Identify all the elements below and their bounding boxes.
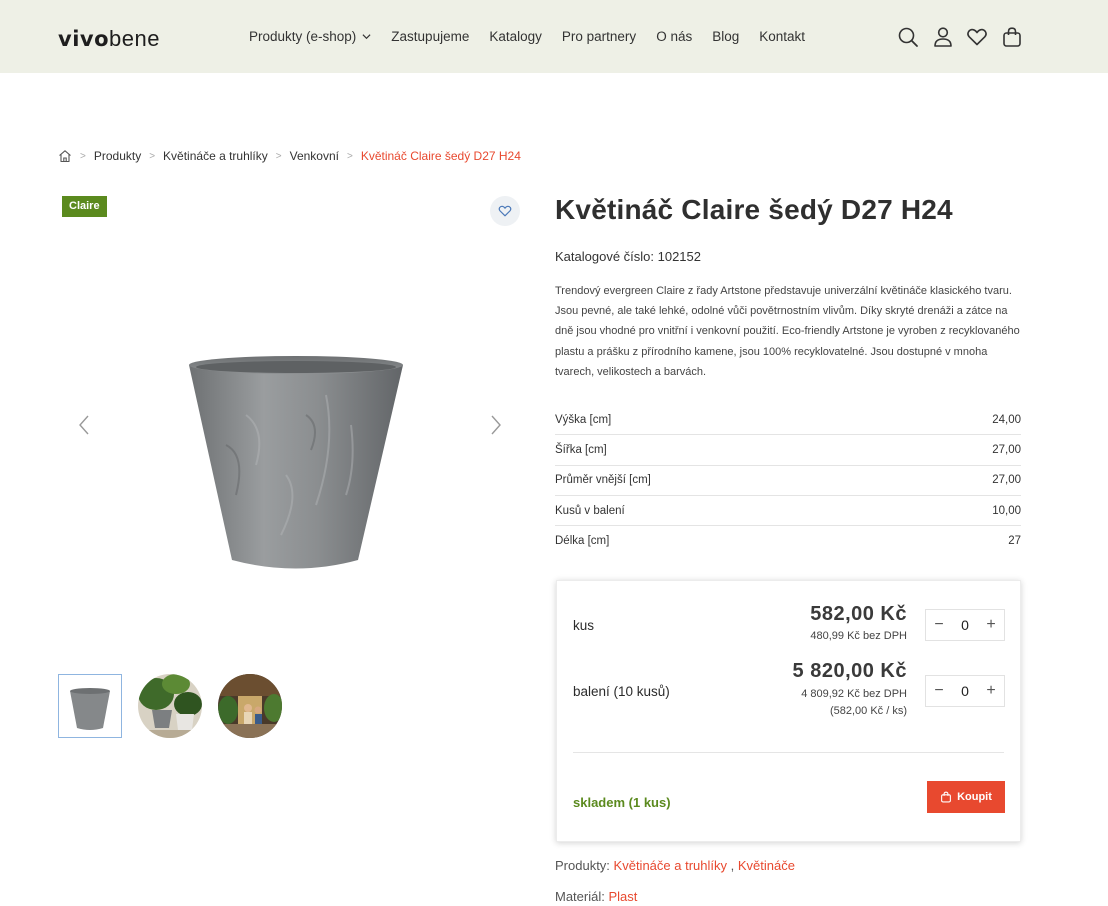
nav-label: Blog (712, 28, 740, 44)
breadcrumb-separator: > (275, 150, 282, 162)
category-link[interactable]: Květináče a truhlíky (614, 858, 727, 873)
spec-label: Kusů v balení (555, 504, 625, 517)
price-box: kus 582,00 Kč 480,99 Kč bez DPH − + bale… (556, 580, 1021, 842)
search-icon[interactable] (897, 26, 919, 48)
chevron-down-icon (362, 33, 371, 39)
categories-label: Produkty: (555, 858, 610, 873)
main-nav: Produkty (e-shop) Zastupujeme Katalogy P… (249, 27, 805, 45)
unit-price: 582,00 Kč (810, 603, 907, 625)
home-icon[interactable] (58, 149, 72, 163)
buy-button[interactable]: Koupit (927, 781, 1005, 813)
spec-value: 27,00 (992, 474, 1021, 487)
product-categories: Produkty: Květináče a truhlíky , Květiná… (555, 858, 795, 873)
breadcrumb: > Produkty > Květináče a truhlíky > Venk… (58, 149, 521, 163)
material-link[interactable]: Plast (608, 889, 637, 904)
nav-label: Pro partnery (561, 28, 637, 44)
pot-thumbnail-image (59, 675, 121, 737)
add-to-wishlist-button[interactable] (490, 196, 520, 226)
nav-item-partners[interactable]: Pro partnery (562, 27, 636, 45)
thumbnail-3[interactable] (218, 674, 282, 738)
plant-scene-image (138, 674, 202, 738)
bag-icon (941, 791, 951, 803)
nav-label: Zastupujeme (391, 28, 470, 44)
plus-icon[interactable]: + (984, 683, 998, 699)
site-header: vivo bene Produkty (e-shop) Zastupujeme K… (0, 0, 1108, 73)
product-image (189, 356, 403, 569)
logo-bold: vivo (58, 27, 110, 51)
product-title: Květináč Claire šedý D27 H24 (555, 194, 953, 225)
pack-price-net: 4 809,92 Kč bez DPH (801, 688, 907, 700)
nav-item-catalogs[interactable]: Katalogy (489, 27, 542, 45)
material-label: Materiál: (555, 889, 605, 904)
divider (573, 752, 1004, 753)
buy-label: Koupit (957, 791, 992, 803)
category-link[interactable]: Květináče (738, 858, 795, 873)
spec-row: Délka [cm] 27 (555, 526, 1021, 556)
pack-price: 5 820,00 Kč (792, 660, 907, 682)
catalog-number: Katalogové číslo: 102152 (555, 249, 701, 264)
terrace-scene-image (218, 674, 282, 738)
header-icons (897, 26, 1023, 48)
spec-row: Kusů v balení 10,00 (555, 496, 1021, 527)
spec-value: 24,00 (992, 413, 1021, 426)
breadcrumb-outdoor[interactable]: Venkovní (290, 149, 339, 163)
bag-icon[interactable] (1001, 26, 1023, 48)
thumbnail-2[interactable] (138, 674, 202, 738)
nav-label: O nás (656, 28, 693, 44)
spec-row: Výška [cm] 24,00 (555, 405, 1021, 436)
breadcrumb-separator: > (80, 150, 86, 162)
unit-quantity-stepper: − + (925, 609, 1005, 641)
heart-icon (498, 205, 512, 217)
breadcrumb-products[interactable]: Produkty (94, 149, 141, 163)
collection-badge: Claire (62, 196, 107, 217)
spec-label: Průměr vnější [cm] (555, 474, 651, 487)
thumbnail-1[interactable] (58, 674, 122, 738)
spec-label: Výška [cm] (555, 413, 612, 426)
logo-light: bene (109, 26, 160, 51)
nav-label: Katalogy (489, 28, 542, 44)
chevron-left-icon[interactable] (77, 414, 91, 436)
nav-label: Kontakt (759, 28, 806, 44)
pack-quantity-stepper: − + (925, 675, 1005, 707)
unit-price-net: 480,99 Kč bez DPH (810, 630, 907, 642)
spec-label: Šířka [cm] (555, 443, 607, 456)
spec-row: Šířka [cm] 27,00 (555, 435, 1021, 466)
minus-icon[interactable]: − (932, 683, 946, 699)
nav-item-blog[interactable]: Blog (712, 27, 739, 45)
nav-item-products[interactable]: Produkty (e-shop) (249, 27, 371, 45)
nav-item-represent[interactable]: Zastupujeme (391, 27, 469, 45)
minus-icon[interactable]: − (932, 617, 946, 633)
user-icon[interactable] (932, 26, 954, 48)
pack-quantity-input[interactable] (955, 683, 975, 699)
spec-value: 27 (1008, 535, 1021, 548)
logo[interactable]: vivo bene (58, 26, 160, 51)
spec-label: Délka [cm] (555, 535, 610, 548)
stock-status: skladem (1 kus) (573, 795, 671, 810)
chevron-right-icon[interactable] (489, 414, 503, 436)
unit-quantity-input[interactable] (955, 617, 975, 633)
nav-item-about[interactable]: O nás (656, 27, 692, 45)
pack-price-per-piece: (582,00 Kč / ks) (829, 705, 907, 717)
thumbnail-list (58, 674, 282, 738)
spec-value: 10,00 (992, 504, 1021, 517)
nav-item-contact[interactable]: Kontakt (759, 27, 805, 45)
spec-row: Průměr vnější [cm] 27,00 (555, 466, 1021, 496)
heart-icon[interactable] (966, 26, 988, 48)
product-material: Materiál: Plast (555, 889, 637, 904)
breadcrumb-current: Květináč Claire šedý D27 H24 (360, 149, 521, 163)
plus-icon[interactable]: + (984, 617, 998, 633)
spec-value: 27,00 (992, 443, 1021, 456)
spec-table: Výška [cm] 24,00 Šířka [cm] 27,00 Průměr v… (555, 405, 1021, 556)
breadcrumb-separator: > (346, 150, 353, 162)
unit-label: kus (573, 618, 595, 633)
breadcrumb-pots[interactable]: Květináče a truhlíky (163, 149, 268, 163)
nav-label: Produkty (e-shop) (249, 28, 357, 44)
pack-label: balení (10 kusů) (573, 684, 670, 699)
product-description: Trendový evergreen Claire z řady Artston… (555, 285, 1020, 378)
breadcrumb-separator: > (149, 150, 156, 162)
